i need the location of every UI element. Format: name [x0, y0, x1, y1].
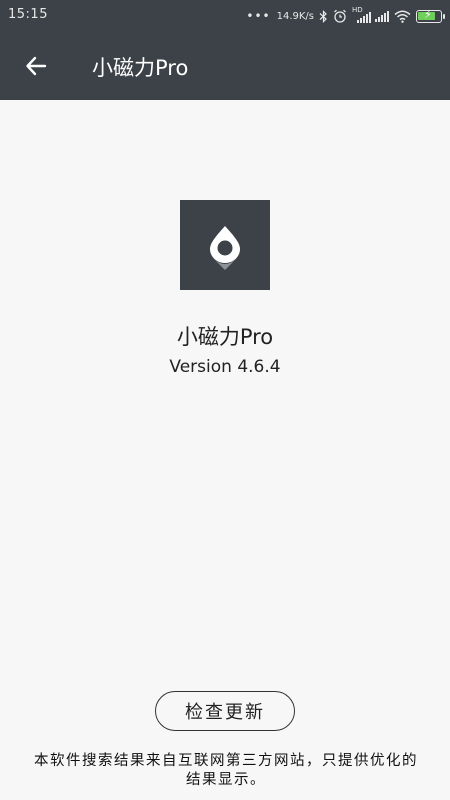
wifi-icon: [394, 10, 411, 23]
status-time: 15:15: [8, 7, 48, 22]
status-icons: ••• 14.9K/s HD ⚡: [246, 6, 445, 26]
hd-signal-icon: HD: [352, 6, 371, 23]
disclaimer-text: 本软件搜索结果来自互联网第三方网站，只提供优化的结果显示。: [34, 753, 418, 788]
check-update-button[interactable]: 检查更新: [155, 691, 295, 731]
signal-icon: [375, 10, 389, 22]
network-speed: 14.9K/s: [276, 10, 314, 22]
map-pin-icon: [210, 226, 240, 270]
status-bar: 15:15 ••• 14.9K/s HD ⚡: [0, 0, 450, 32]
app-logo: [180, 200, 270, 290]
dots-icon: •••: [246, 9, 271, 23]
alarm-icon: [334, 9, 346, 23]
bluetooth-icon: [319, 9, 327, 23]
app-version: Version 4.6.4: [169, 357, 281, 377]
page-title: 小磁力Pro: [92, 56, 189, 80]
arrow-left-icon: [26, 56, 47, 76]
app-name: 小磁力Pro: [176, 325, 274, 349]
app-bar: 小磁力Pro: [0, 32, 450, 100]
battery-charging-icon: ⚡: [416, 8, 445, 23]
back-button[interactable]: [16, 46, 56, 86]
